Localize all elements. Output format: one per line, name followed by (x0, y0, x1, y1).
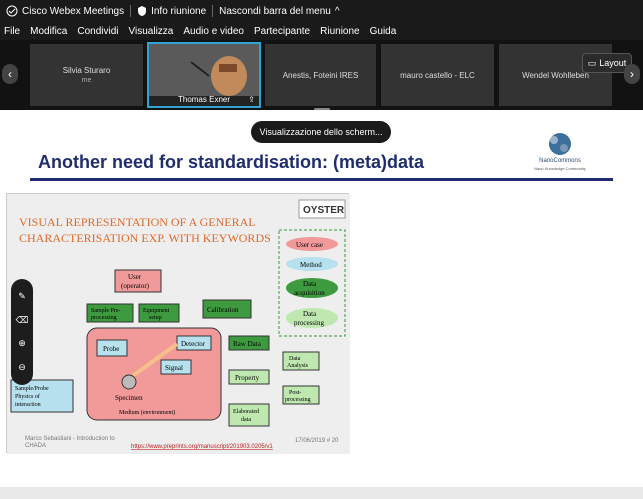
node-elaborated: Elaborated (233, 409, 259, 415)
footer-left-2: CHADA (25, 443, 46, 449)
participant-tile[interactable]: Silvia Sturaro me (30, 44, 143, 106)
node-user: User (128, 273, 142, 281)
menu-audio-video[interactable]: Audio e video (183, 26, 244, 37)
node-post-proc: Post- (289, 390, 301, 396)
node-elaborated-2: data (241, 417, 251, 423)
node-raw-data: Raw Data (233, 340, 262, 348)
meeting-info-button[interactable]: Info riunione (131, 5, 212, 17)
scroll-left-button[interactable]: ‹ (2, 64, 18, 84)
node-data-analysis: Data (289, 356, 301, 362)
node-detector: Detector (181, 340, 206, 348)
chevron-up-icon: ^ (334, 5, 340, 17)
menu-guida[interactable]: Guida (370, 26, 397, 37)
menu-bar: File Modifica Condividi Visualizza Audio… (0, 22, 643, 40)
node-sample-prep: Sample Pre- (91, 308, 121, 314)
node-post-proc-2: processing (285, 397, 311, 403)
slide-title: Another need for standardisation: (meta)… (38, 152, 425, 172)
screen-share-badge[interactable]: Visualizzazione dello scherm... (251, 121, 391, 143)
menu-riunione[interactable]: Riunione (320, 26, 359, 37)
slide-diagram: VISUAL REPRESENTATION OF A GENERAL CHARA… (6, 193, 350, 454)
footer-link[interactable]: https://www.preprints.org/manuscript/201… (131, 444, 273, 450)
menu-partecipante[interactable]: Partecipante (254, 26, 310, 37)
pen-icon[interactable]: ✎ (18, 291, 26, 302)
hide-menu-label: Nascondi barra del menu (219, 5, 331, 17)
node-specimen: Specimen (115, 394, 143, 402)
legend-data-acq-2: acquisition (294, 289, 325, 297)
legend-data-acq: Data (303, 280, 317, 288)
menu-condividi[interactable]: Condividi (77, 26, 118, 37)
zoom-out-icon[interactable]: ⊖ (18, 362, 26, 373)
node-data-analysis-2: Analysis (287, 363, 309, 369)
app-name: Cisco Webex Meetings (22, 5, 125, 17)
node-probe: Probe (103, 345, 119, 353)
participant-name: Thomas Exner (177, 95, 231, 104)
node-medium: Medium (environment) (119, 409, 175, 416)
chevron-right-icon: › (630, 67, 634, 81)
layout-label: Layout (599, 58, 627, 68)
oyster-logo: OYSTER (303, 205, 345, 216)
legend-data-proc: Data (303, 310, 317, 318)
participant-name: Anestis, Foteini IRES (282, 70, 359, 80)
participant-name: Wendel Wohlleben (522, 70, 589, 80)
node-equipment-2: setup (149, 315, 162, 321)
nanocommons-logo: NanoCommons Nano Knowledge Community (530, 130, 590, 178)
footer-left: Marco Sebastiani - Introduction to (25, 436, 115, 442)
annotation-toolbar: ✎ ⌫ ⊕ ⊖ (11, 279, 33, 385)
shield-icon (138, 6, 147, 16)
participant-sub: me (81, 77, 92, 84)
diagram-svg: VISUAL REPRESENTATION OF A GENERAL CHARA… (7, 194, 350, 454)
diagram-title-line2: CHARACTERISATION EXP. WITH KEYWORDS (19, 231, 271, 245)
app-title: Cisco Webex Meetings (0, 5, 130, 17)
menu-modifica[interactable]: Modifica (30, 26, 67, 37)
footer-date: 17/06/2019 # 20 (295, 438, 339, 444)
video-person (149, 44, 259, 96)
participant-name: Silvia Sturaro (62, 66, 111, 75)
node-property: Property (235, 374, 260, 382)
menu-file[interactable]: File (4, 26, 20, 37)
node-user-2: (operator) (121, 282, 150, 290)
node-sample-prep-2: processing (91, 315, 117, 321)
slide-title-rule (30, 178, 613, 181)
layout-icon: ▭ (587, 57, 597, 68)
legend-method: Method (300, 261, 322, 269)
video-feed (149, 44, 259, 96)
title-bar: Cisco Webex Meetings Info riunione Nasco… (0, 0, 643, 22)
info-label: Info riunione (151, 5, 207, 17)
zoom-in-icon[interactable]: ⊕ (18, 338, 26, 349)
share-badge-label: Visualizzazione dello scherm... (259, 127, 383, 137)
node-signal: Signal (165, 364, 183, 372)
diagram-title-line1: VISUAL REPRESENTATION OF A GENERAL (19, 215, 256, 229)
chevron-left-icon: ‹ (8, 67, 12, 81)
logo-text: NanoCommons (539, 158, 581, 164)
logo-subtext: Nano Knowledge Community (534, 166, 586, 171)
hide-menu-button[interactable]: Nascondi barra del menu ^ (213, 6, 345, 17)
participant-tile[interactable]: Anestis, Foteini IRES (265, 44, 376, 106)
share-icon: ⇪ (248, 95, 255, 104)
node-physics: Sample/Probe (15, 386, 49, 392)
menu-visualizza[interactable]: Visualizza (129, 26, 174, 37)
participant-name: mauro castello - ELC (400, 70, 475, 80)
node-physics-3: interaction (15, 402, 41, 408)
participant-tile[interactable]: mauro castello - ELC (381, 44, 494, 106)
bottom-bar (0, 487, 643, 499)
scroll-right-button[interactable]: › (624, 64, 640, 84)
node-equipment: Equipment (143, 308, 170, 314)
webex-icon (6, 5, 18, 17)
node-calibration: Calibration (207, 306, 239, 314)
participant-tile-active[interactable]: Thomas Exner ⇪ (147, 42, 261, 108)
legend-data-proc-2: processing (294, 319, 324, 327)
node-physics-2: Physics of (15, 393, 40, 400)
legend-user-case: User case (296, 241, 323, 249)
eraser-icon[interactable]: ⌫ (16, 315, 29, 326)
